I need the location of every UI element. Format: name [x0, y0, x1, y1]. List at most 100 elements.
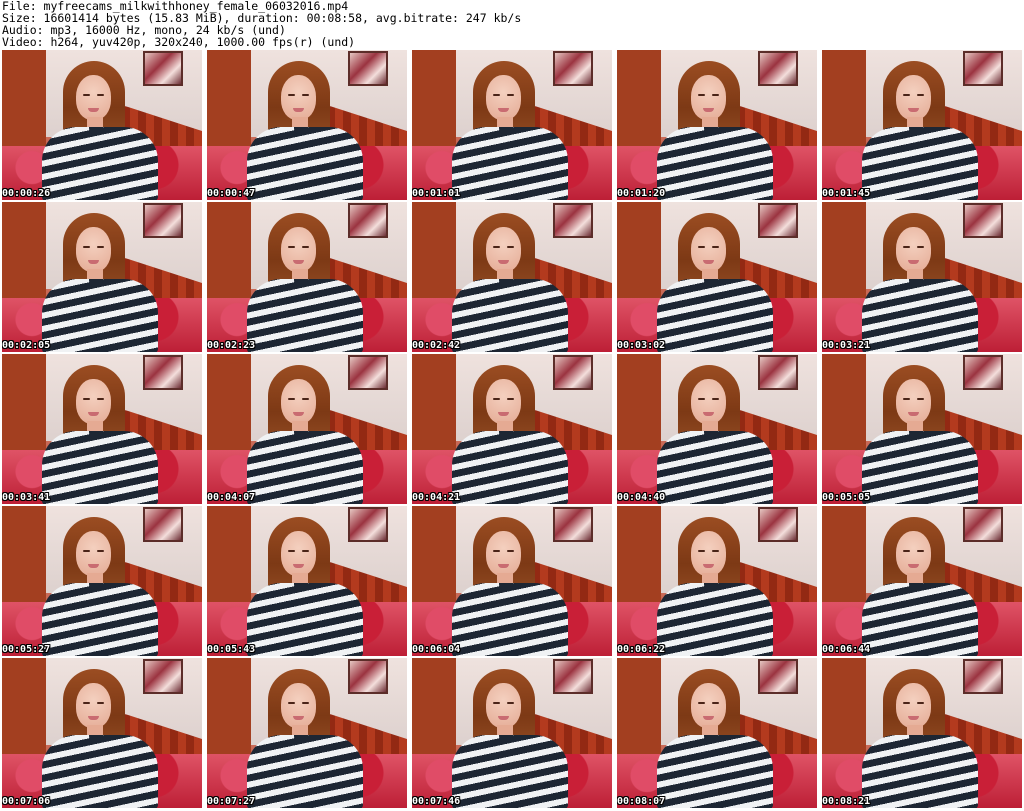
mouth	[908, 716, 919, 720]
video-thumbnail: 00:07:27	[207, 658, 407, 808]
face	[691, 379, 726, 424]
frame-timestamp: 00:02:23	[207, 340, 256, 351]
mouth	[908, 564, 919, 568]
face	[76, 683, 111, 728]
striped-shirt	[247, 127, 363, 200]
striped-shirt	[42, 127, 158, 200]
striped-shirt	[862, 127, 978, 200]
right-eye	[97, 550, 104, 552]
face	[691, 227, 726, 272]
person-in-striped-shirt	[247, 515, 367, 656]
mouth	[703, 260, 714, 264]
video-thumbnail: 00:06:22	[617, 506, 817, 656]
video-thumbnail: 00:07:46	[412, 658, 612, 808]
video-thumbnail: 00:05:43	[207, 506, 407, 656]
frame-timestamp: 00:08:21	[822, 796, 871, 807]
left-eye	[903, 398, 910, 400]
striped-shirt	[247, 735, 363, 808]
person-in-striped-shirt	[657, 515, 777, 656]
striped-shirt	[862, 279, 978, 352]
video-thumbnail: 00:04:07	[207, 354, 407, 504]
mouth	[498, 108, 509, 112]
person-in-striped-shirt	[657, 59, 777, 200]
mouth	[703, 108, 714, 112]
person-in-striped-shirt	[247, 667, 367, 808]
face	[76, 379, 111, 424]
right-eye	[97, 246, 104, 248]
left-eye	[493, 398, 500, 400]
frame-timestamp: 00:04:40	[617, 492, 666, 503]
frame-timestamp: 00:03:02	[617, 340, 666, 351]
right-eye	[507, 94, 514, 96]
person-in-striped-shirt	[657, 667, 777, 808]
video-thumbnail: 00:01:20	[617, 50, 817, 200]
video-thumbnail: 00:01:45	[822, 50, 1022, 200]
video-thumbnail: 00:02:42	[412, 202, 612, 352]
mouth	[293, 260, 304, 264]
face	[691, 75, 726, 120]
person-in-striped-shirt	[452, 59, 572, 200]
video-thumbnail: 00:02:23	[207, 202, 407, 352]
left-eye	[493, 550, 500, 552]
mouth	[908, 108, 919, 112]
video-thumbnail: 00:06:44	[822, 506, 1022, 656]
striped-shirt	[657, 127, 773, 200]
mouth	[88, 564, 99, 568]
right-eye	[302, 398, 309, 400]
left-eye	[288, 246, 295, 248]
mouth	[498, 564, 509, 568]
video-thumbnail: 00:07:06	[2, 658, 202, 808]
right-eye	[917, 94, 924, 96]
striped-shirt	[452, 583, 568, 656]
right-eye	[917, 550, 924, 552]
face	[486, 227, 521, 272]
striped-shirt	[247, 431, 363, 504]
face	[76, 531, 111, 576]
frame-timestamp: 00:01:01	[412, 188, 461, 199]
person-in-striped-shirt	[42, 59, 162, 200]
thumbnail-grid: 00:00:26 00:00:47 00:01:01 00:01:20 00:0…	[2, 50, 1022, 808]
left-eye	[698, 550, 705, 552]
right-eye	[97, 398, 104, 400]
face	[76, 75, 111, 120]
person-in-striped-shirt	[452, 667, 572, 808]
mouth	[88, 108, 99, 112]
frame-timestamp: 00:00:26	[2, 188, 51, 199]
left-eye	[698, 246, 705, 248]
mouth	[908, 260, 919, 264]
video-info: Video: h264, yuv420p, 320x240, 1000.00 f…	[2, 35, 356, 49]
mouth	[498, 260, 509, 264]
right-eye	[507, 702, 514, 704]
left-eye	[903, 94, 910, 96]
person-in-striped-shirt	[657, 211, 777, 352]
video-thumbnail: 00:04:21	[412, 354, 612, 504]
face	[896, 531, 931, 576]
person-in-striped-shirt	[42, 211, 162, 352]
video-thumbnail: 00:05:05	[822, 354, 1022, 504]
left-eye	[83, 550, 90, 552]
frame-timestamp: 00:01:20	[617, 188, 666, 199]
striped-shirt	[452, 127, 568, 200]
mouth	[703, 716, 714, 720]
left-eye	[288, 94, 295, 96]
right-eye	[97, 702, 104, 704]
striped-shirt	[657, 583, 773, 656]
frame-timestamp: 00:04:21	[412, 492, 461, 503]
frame-timestamp: 00:07:46	[412, 796, 461, 807]
frame-timestamp: 00:07:06	[2, 796, 51, 807]
left-eye	[493, 702, 500, 704]
mouth	[88, 716, 99, 720]
mouth	[293, 412, 304, 416]
person-in-striped-shirt	[42, 363, 162, 504]
person-in-striped-shirt	[452, 363, 572, 504]
face	[896, 75, 931, 120]
left-eye	[288, 550, 295, 552]
person-in-striped-shirt	[452, 515, 572, 656]
video-info-header: File: myfreecams_milkwithhoney_female_06…	[2, 0, 1022, 48]
right-eye	[712, 702, 719, 704]
right-eye	[507, 550, 514, 552]
striped-shirt	[657, 431, 773, 504]
striped-shirt	[42, 735, 158, 808]
left-eye	[493, 246, 500, 248]
left-eye	[83, 94, 90, 96]
